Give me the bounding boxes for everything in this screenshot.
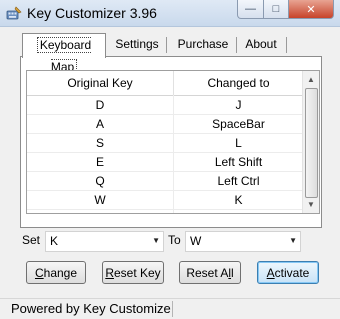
button-label: l — [231, 265, 234, 280]
mnemonic: R — [105, 265, 114, 280]
key-mapping-list[interactable]: Original Key Changed to D J A SpaceBar S… — [26, 70, 320, 214]
tab-label: About — [245, 37, 277, 51]
changed-to-cell: Left Shift — [214, 155, 263, 169]
changed-to-cell: L — [235, 136, 242, 150]
reset-key-button[interactable]: Reset Key — [102, 261, 164, 284]
button-label: eset Key — [113, 265, 161, 280]
button-label: Reset A — [186, 265, 229, 280]
list-row[interactable]: Q Left Ctrl — [27, 172, 303, 191]
list-row[interactable]: E Left Shift — [27, 153, 303, 172]
list-vertical-scrollbar[interactable]: ▲ ▼ — [302, 71, 319, 213]
set-key-value: K — [50, 234, 59, 248]
app-keyboard-icon — [6, 6, 22, 20]
column-header-original-key[interactable]: Original Key — [27, 71, 173, 95]
activate-button[interactable]: Activate — [257, 261, 319, 284]
original-key-cell: E — [95, 155, 104, 169]
changed-to-cell: SpaceBar — [212, 117, 265, 131]
window-controls: — □ ✕ — [237, 0, 334, 20]
maximize-button[interactable]: □ — [264, 0, 289, 19]
original-key-cell: S — [95, 136, 104, 150]
chevron-down-icon[interactable]: ▼ — [289, 236, 297, 245]
chevron-down-icon[interactable]: ▼ — [152, 236, 160, 245]
column-header-changed-to[interactable]: Changed to — [174, 71, 303, 95]
minimize-button[interactable]: — — [237, 0, 264, 19]
button-label: ctivate — [274, 265, 310, 280]
tab-settings[interactable]: Settings — [110, 33, 164, 55]
set-key-dropdown[interactable]: K ▼ — [45, 231, 164, 252]
list-row[interactable]: A SpaceBar — [27, 115, 303, 134]
list-row[interactable]: D J — [27, 96, 303, 115]
list-row[interactable]: S L — [27, 134, 303, 153]
set-label: Set — [22, 233, 41, 247]
tab-divider — [236, 37, 237, 53]
tab-purchase[interactable]: Purchase — [172, 33, 234, 55]
tab-about[interactable]: About — [240, 33, 282, 55]
original-key-cell: D — [95, 98, 105, 112]
to-key-dropdown[interactable]: W ▼ — [185, 231, 301, 252]
original-key-cell: A — [95, 117, 104, 131]
tab-label: Purchase — [177, 37, 229, 51]
scroll-up-arrow-icon[interactable]: ▲ — [303, 71, 319, 88]
change-button[interactable]: Change — [26, 261, 86, 284]
mnemonic: C — [34, 265, 44, 280]
scroll-down-arrow-icon[interactable]: ▼ — [303, 196, 319, 213]
tab-label: Settings — [115, 37, 159, 51]
tab-keyboard-map[interactable]: Keyboard Map — [22, 33, 106, 75]
tab-divider — [166, 37, 167, 53]
list-header: Original Key Changed to — [27, 71, 303, 96]
mnemonic: A — [266, 265, 275, 280]
changed-to-cell: J — [235, 98, 242, 112]
original-key-cell: W — [94, 193, 106, 207]
tab-divider — [286, 37, 287, 53]
window-title: Key Customizer 3.96 — [27, 5, 157, 21]
to-key-value: W — [190, 234, 202, 248]
original-key-cell: Q — [95, 174, 105, 188]
list-row[interactable]: W K — [27, 191, 303, 210]
changed-to-cell: K — [234, 193, 243, 207]
scrollbar-thumb[interactable] — [305, 88, 318, 198]
reset-all-button[interactable]: Reset All — [179, 261, 241, 284]
status-bar: Powered by Key Customize — [0, 298, 340, 319]
status-divider — [172, 301, 173, 317]
button-label: hange — [43, 265, 78, 280]
close-button[interactable]: ✕ — [289, 0, 334, 19]
status-text: Powered by Key Customize — [11, 301, 171, 316]
title-bar[interactable]: Key Customizer 3.96 — □ ✕ — [0, 0, 340, 27]
to-label: To — [168, 233, 181, 247]
changed-to-cell: Left Ctrl — [217, 174, 260, 188]
